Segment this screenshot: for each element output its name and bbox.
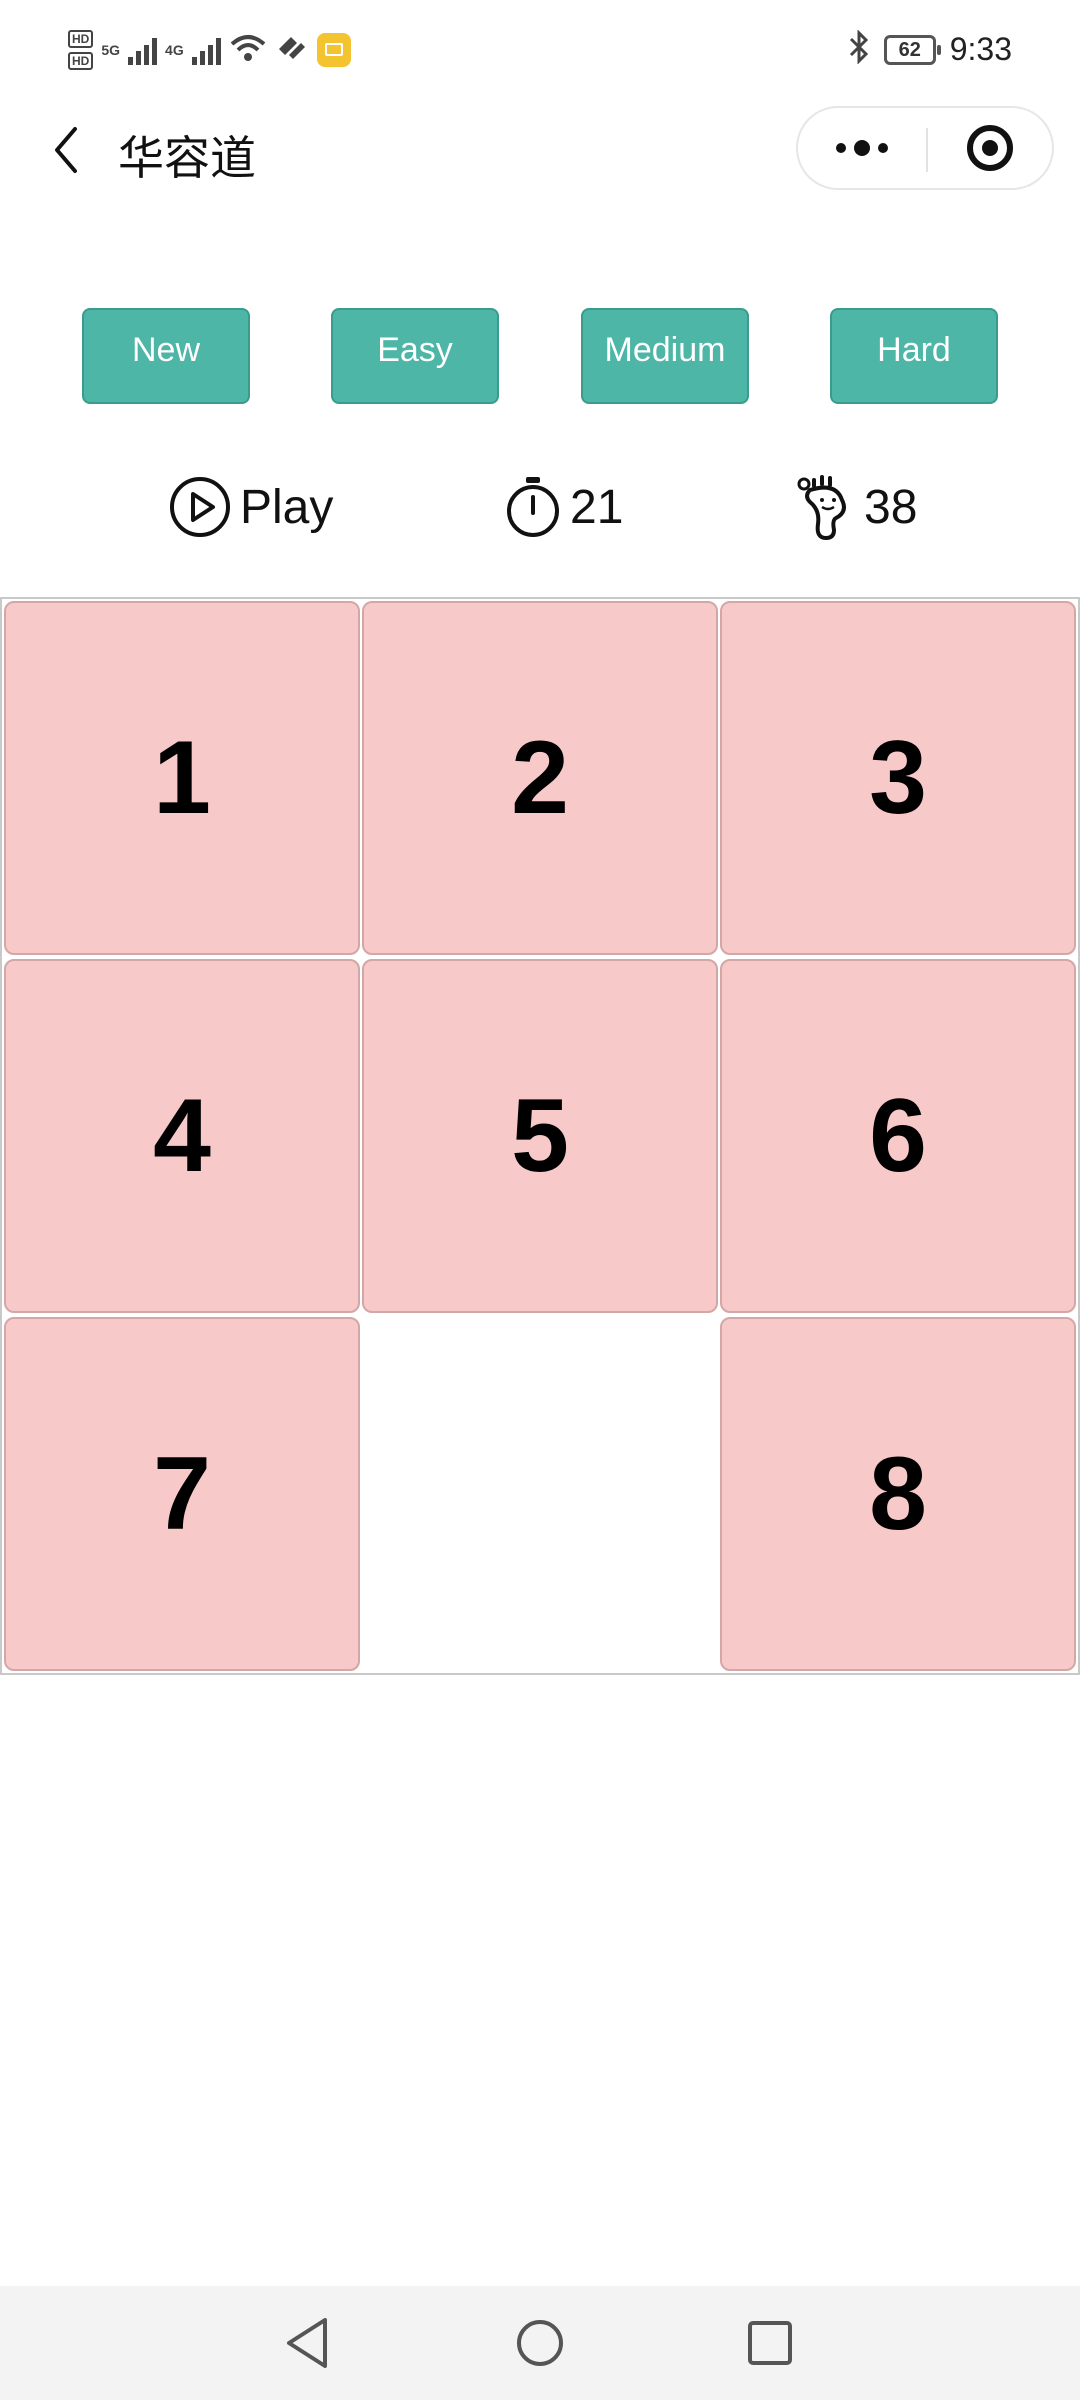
more-icon: [854, 140, 870, 156]
back-icon: [55, 127, 77, 173]
page-title: 华容道: [118, 132, 256, 184]
footprint-icon: [797, 475, 846, 540]
more-icon: [836, 143, 846, 153]
nav-recents-button[interactable]: [730, 2308, 810, 2378]
play-control[interactable]: Play: [168, 462, 333, 552]
puzzle-tile[interactable]: 1: [4, 601, 360, 955]
hd-badge: HD: [68, 52, 94, 70]
puzzle-tile[interactable]: 2: [362, 601, 718, 955]
network-type-4g: 4G: [165, 42, 184, 58]
stopwatch-icon: [507, 477, 559, 537]
mail-icon: [316, 33, 351, 67]
timer-value: 21: [570, 480, 624, 534]
new-game-button[interactable]: New: [82, 308, 250, 404]
back-button[interactable]: [36, 120, 96, 180]
heart-icon: [275, 33, 309, 68]
mini-program-capsule: [796, 106, 1054, 190]
more-button[interactable]: [798, 108, 926, 188]
nav-back-button[interactable]: [268, 2308, 348, 2378]
play-label: Play: [240, 480, 334, 534]
nav-home-icon: [517, 2320, 563, 2366]
puzzle-tile[interactable]: 4: [4, 959, 360, 1313]
nav-back-icon: [287, 2318, 327, 2368]
more-icon: [878, 143, 888, 153]
status-bar: HD HD 5G 4G 62 9:33: [0, 0, 1080, 100]
close-target-icon: [967, 125, 1013, 171]
status-left: HD HD 5G 4G: [68, 30, 351, 70]
steps-value: 38: [864, 480, 918, 534]
bluetooth-icon: [848, 29, 870, 69]
nav-home-button[interactable]: [500, 2308, 580, 2378]
signal-icon: [191, 35, 221, 65]
status-right: 62 9:33: [848, 29, 1012, 69]
signal-icon: [128, 35, 158, 65]
control-buttons: New Easy Medium Hard: [0, 308, 1080, 406]
puzzle-board: 1 2 3 4 5 6 7 8: [0, 597, 1080, 1675]
game-info-row: Play 21 38: [0, 462, 1080, 552]
play-icon: [170, 477, 230, 537]
puzzle-tile[interactable]: 5: [362, 959, 718, 1313]
medium-button[interactable]: Medium: [581, 308, 749, 404]
hd-badge: HD: [68, 30, 94, 48]
system-nav-bar: [0, 2286, 1080, 2400]
puzzle-tile[interactable]: 8: [720, 1317, 1076, 1671]
close-mini-program-button[interactable]: [928, 108, 1052, 188]
easy-button[interactable]: Easy: [331, 308, 499, 404]
nav-recents-icon: [748, 2321, 792, 2365]
timer: 21: [504, 462, 623, 552]
clock-time: 9:33: [949, 31, 1012, 67]
hd-badges: HD HD: [68, 30, 94, 70]
puzzle-tile[interactable]: 6: [720, 959, 1076, 1313]
step-counter: 38: [796, 462, 917, 552]
hard-button[interactable]: Hard: [830, 308, 998, 404]
network-type-5g: 5G: [101, 42, 121, 58]
puzzle-tile[interactable]: 3: [720, 601, 1076, 955]
title-bar: 华容道: [0, 100, 1080, 200]
battery-icon: 62: [883, 34, 941, 65]
wifi-icon: [229, 32, 267, 69]
puzzle-tile[interactable]: 7: [4, 1317, 360, 1671]
